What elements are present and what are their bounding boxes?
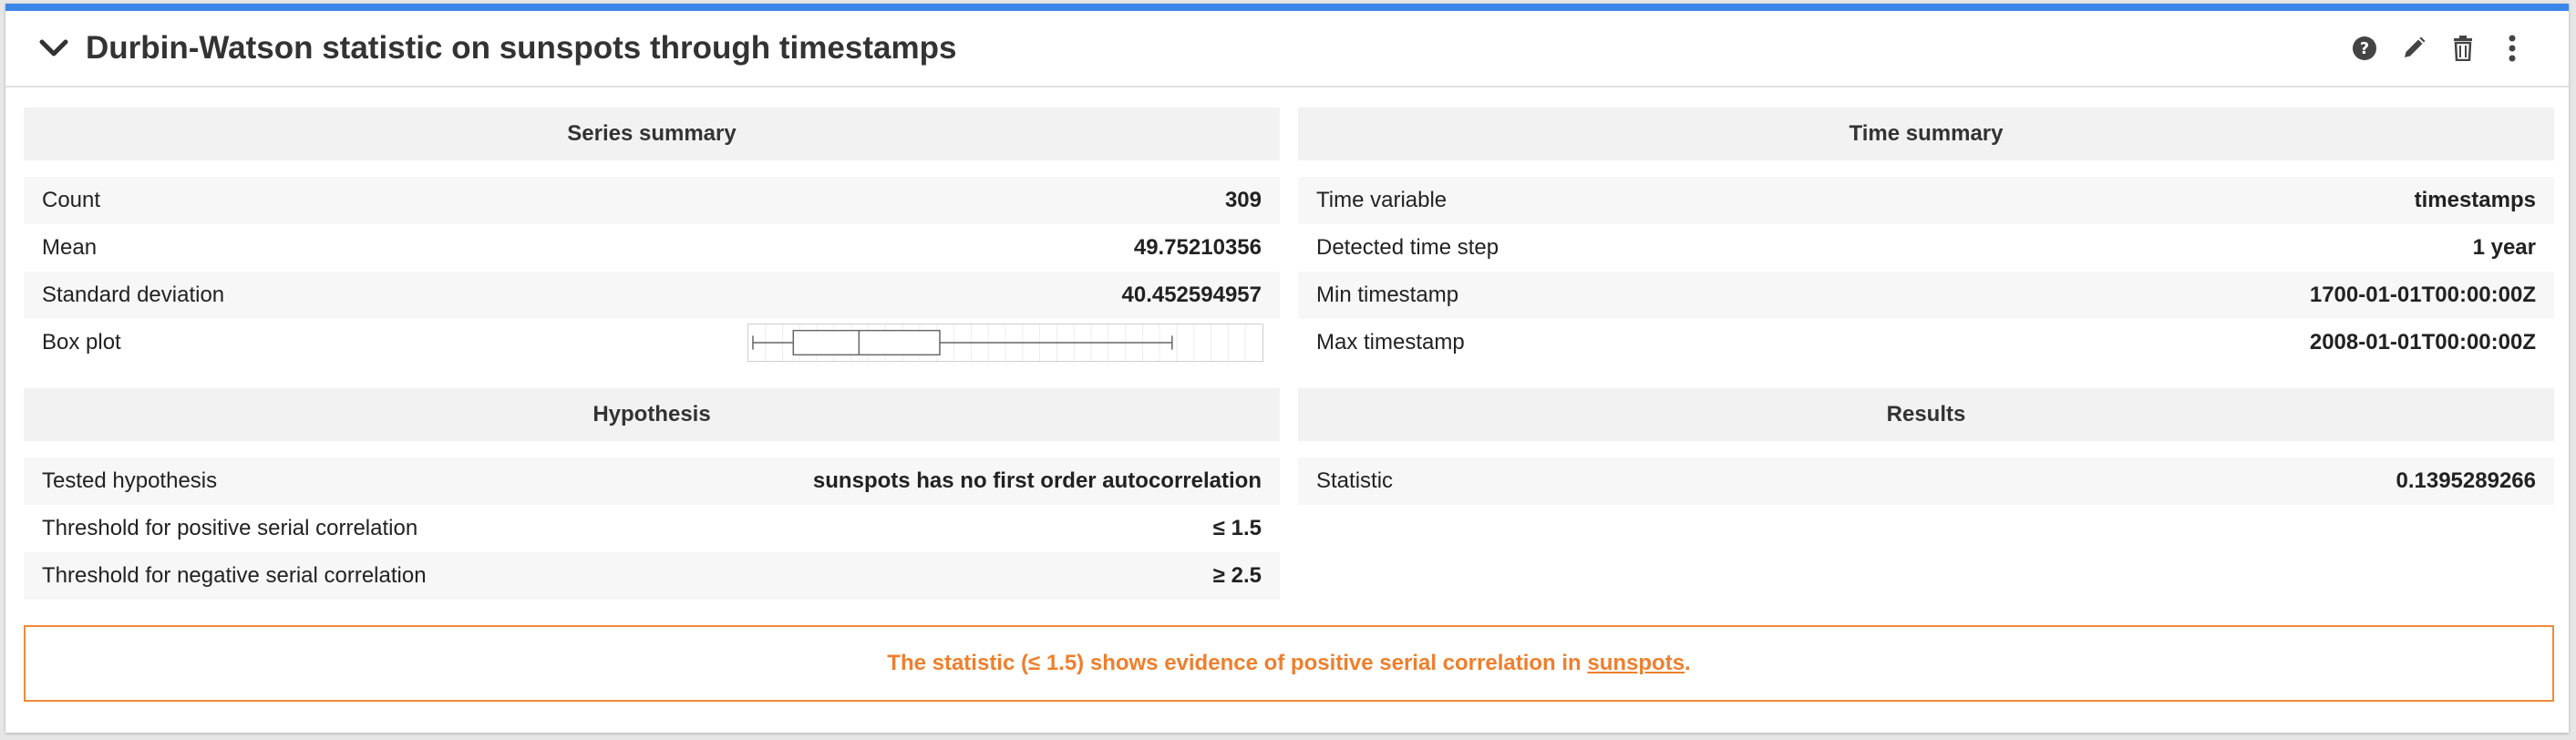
row-value: ≤ 1.5 [1212,516,1262,540]
card-header: Durbin-Watson statistic on sunspots thro… [5,11,2569,87]
row-label: Time variable [1316,188,1448,212]
table-row: Statistic 0.1395289266 [1298,457,2554,505]
row-value: 2008-01-01T00:00:00Z [2309,330,2536,355]
row-label: Count [42,188,101,212]
table-row: Time variable timestamps [1298,177,2554,224]
row-value: 0.1395289266 [2396,468,2537,493]
table-row: Threshold for positive serial correlatio… [24,505,1280,552]
row-label: Max timestamp [1316,330,1465,355]
series-summary-panel: Series summary Count 309 Mean 49.7521035… [24,108,1280,366]
header-actions: ? [2334,30,2530,67]
table-row: Max timestamp 2008-01-01T00:00:00Z [1298,319,2554,366]
trash-icon[interactable] [2445,30,2481,67]
row-value: 309 [1224,188,1262,212]
panel-title: Series summary [24,108,1280,160]
row-label: Statistic [1316,468,1394,493]
table-row: Count 309 [24,177,1280,224]
table-row: Detected time step 1 year [1298,224,2554,272]
table-row: Standard deviation 40.452594957 [24,272,1280,319]
table-row: Tested hypothesis sunspots has no first … [24,457,1280,505]
row-value: 1 year [2472,235,2536,260]
alert-text: The statistic (≤ 1.5) shows evidence of … [887,651,1690,676]
table-row: Box plot [24,319,1280,366]
alert-suffix: . [1685,651,1691,675]
row-label: Mean [42,235,98,260]
svg-text:?: ? [2360,39,2369,58]
table-row: Threshold for negative serial correlatio… [24,552,1280,600]
row-label: Standard deviation [42,283,225,307]
row-label: Min timestamp [1316,283,1459,307]
box-plot [747,324,1263,362]
panel-title: Hypothesis [24,388,1280,441]
chevron-down-icon[interactable] [38,33,69,64]
row-value: 1700-01-01T00:00:00Z [2309,283,2536,307]
more-vertical-icon[interactable] [2494,30,2530,67]
hypothesis-panel: Hypothesis Tested hypothesis sunspots ha… [24,388,1280,600]
row-label: Detected time step [1316,235,1499,260]
help-icon[interactable]: ? [2346,30,2383,67]
panel-title: Time summary [1298,108,2554,160]
time-summary-panel: Time summary Time variable timestamps De… [1298,108,2554,366]
row-value: timestamps [2414,188,2536,212]
alert-prefix: The statistic (≤ 1.5) shows evidence of … [887,651,1588,675]
results-panel: Results Statistic 0.1395289266 [1298,388,2554,505]
row-label: Threshold for positive serial correlatio… [42,516,418,540]
row-value: 49.75210356 [1133,235,1262,260]
pencil-icon[interactable] [2396,30,2432,67]
iqr-box [792,329,941,356]
row-value: sunspots has no first order autocorrelat… [812,468,1262,493]
row-label: Box plot [42,330,121,355]
series-link[interactable]: sunspots [1587,651,1685,675]
result-alert: The statistic (≤ 1.5) shows evidence of … [24,625,2554,702]
row-value: 40.452594957 [1121,283,1262,307]
analysis-card: Durbin-Watson statistic on sunspots thro… [5,4,2569,733]
table-row: Min timestamp 1700-01-01T00:00:00Z [1298,272,2554,319]
panel-title: Results [1298,388,2554,441]
card-title: Durbin-Watson statistic on sunspots thro… [86,30,957,66]
table-row: Mean 49.75210356 [24,224,1280,272]
row-value: ≥ 2.5 [1212,563,1262,588]
row-label: Tested hypothesis [42,468,218,493]
row-label: Threshold for negative serial correlatio… [42,563,427,588]
